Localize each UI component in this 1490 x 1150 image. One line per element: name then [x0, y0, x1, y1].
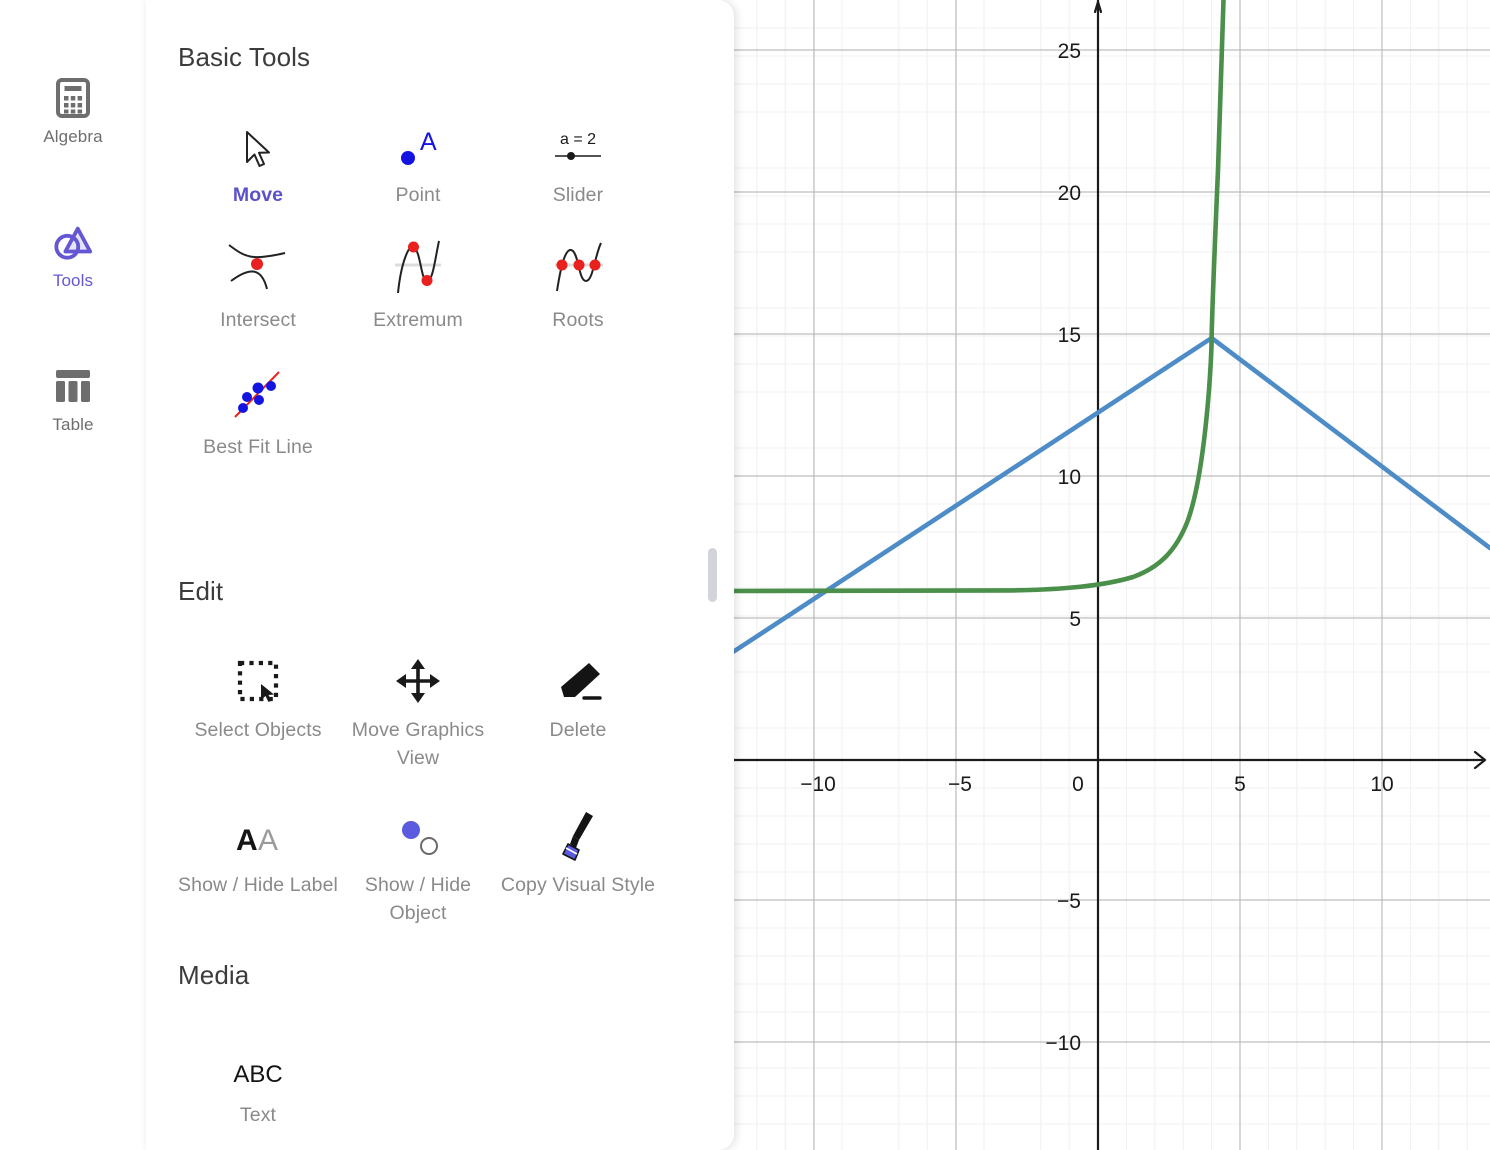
tool-label: Move — [232, 184, 284, 206]
geogebra-app: −10 −5 0 5 10 25 20 15 10 5 −5 −10 Algeb… — [0, 0, 1490, 1150]
left-rail: Algebra Tools Table — [0, 0, 147, 1150]
rail-item-table[interactable]: Table — [0, 366, 146, 435]
tool-text[interactable]: ABC Text — [178, 1030, 338, 1129]
tool-delete[interactable]: Delete — [498, 645, 658, 772]
y-tick-label: 10 — [1058, 466, 1081, 489]
tool-select-objects[interactable]: Select Objects — [178, 645, 338, 772]
tool-show-hide-label[interactable]: A A Show / Hide Label — [178, 800, 338, 927]
point-a-icon: A — [392, 110, 444, 172]
svg-text:A: A — [420, 128, 437, 156]
graphics-view[interactable]: −10 −5 0 5 10 25 20 15 10 5 −5 −10 — [733, 0, 1490, 1150]
paintbrush-icon — [552, 800, 604, 862]
tool-label: Move Graphics View — [351, 719, 485, 769]
section-title-basic-tools: Basic Tools — [178, 42, 311, 72]
tool-best-fit-line[interactable]: Best Fit Line — [178, 362, 338, 461]
x-tick-label: 10 — [1370, 773, 1393, 796]
tool-label: Point — [395, 184, 441, 206]
calculator-icon — [53, 78, 93, 118]
tool-intersect[interactable]: Intersect — [178, 235, 338, 334]
tool-move[interactable]: Move — [178, 110, 338, 209]
show-hide-label-icon: A A — [228, 800, 288, 862]
abc-text-icon: ABC — [223, 1030, 293, 1092]
y-tick-label: 5 — [1069, 608, 1081, 631]
tool-move-graphics-view[interactable]: Move Graphics View — [338, 645, 498, 772]
graph-svg[interactable]: −10 −5 0 5 10 25 20 15 10 5 −5 −10 — [733, 0, 1490, 1150]
tool-label: Roots — [552, 309, 604, 331]
rail-item-tools[interactable]: Tools — [0, 222, 146, 291]
tool-point[interactable]: A Point — [338, 110, 498, 209]
rail-item-label: Table — [52, 415, 94, 434]
tool-slider[interactable]: a = 2 Slider — [498, 110, 658, 209]
section-title-media: Media — [178, 960, 250, 990]
y-tick-label: −10 — [1045, 1032, 1081, 1055]
arrow-cursor-icon — [241, 110, 275, 172]
panel-scrollbar-thumb[interactable] — [708, 548, 717, 602]
tools-panel-scroll-area[interactable]: Basic Tools Move A Point a = 2 Slider In… — [146, 0, 734, 1150]
tool-label: Show / Hide Label — [178, 874, 338, 896]
best-fit-line-icon — [221, 362, 295, 424]
tool-label: Slider — [552, 184, 604, 206]
abc-text-icon-label: ABC — [233, 1061, 282, 1088]
geogebra-tools-icon — [53, 222, 93, 262]
table-icon — [53, 366, 93, 406]
show-hide-object-icon — [389, 800, 447, 862]
y-tick-label: 25 — [1058, 40, 1081, 63]
section-title-edit: Edit — [178, 576, 224, 606]
svg-text:A: A — [236, 824, 258, 857]
y-tick-label: 20 — [1058, 182, 1081, 205]
tool-label: Copy Visual Style — [500, 874, 656, 896]
tool-label: Show / Hide Object — [364, 874, 472, 924]
move-graphics-view-icon — [392, 645, 444, 707]
extremum-icon — [381, 235, 455, 297]
rail-item-label: Algebra — [43, 127, 103, 146]
tool-label: Text — [239, 1104, 277, 1126]
tool-roots[interactable]: Roots — [498, 235, 658, 334]
y-tick-label: 15 — [1058, 324, 1081, 347]
tool-label: Extremum — [373, 309, 463, 331]
tool-label: Select Objects — [194, 719, 322, 741]
select-objects-icon — [232, 645, 284, 707]
tool-show-hide-object[interactable]: Show / Hide Object — [338, 800, 498, 927]
tools-panel: Basic Tools Move A Point a = 2 Slider In… — [146, 0, 734, 1150]
x-tick-label: −10 — [800, 773, 836, 796]
tool-copy-visual-style[interactable]: Copy Visual Style — [498, 800, 658, 927]
svg-text:A: A — [258, 824, 278, 857]
rail-item-algebra[interactable]: Algebra — [0, 78, 146, 147]
slider-icon-text: a = 2 — [560, 131, 596, 148]
tool-label: Intersect — [220, 309, 296, 331]
x-tick-label: 0 — [1072, 773, 1084, 796]
tool-label: Delete — [549, 719, 607, 741]
eraser-icon — [550, 645, 606, 707]
slider-icon: a = 2 — [547, 110, 609, 172]
rail-item-label: Tools — [52, 271, 94, 290]
y-tick-label: −5 — [1057, 890, 1081, 913]
roots-icon — [541, 235, 615, 297]
x-tick-label: −5 — [948, 773, 972, 796]
intersect-icon — [221, 235, 295, 297]
tool-label: Best Fit Line — [203, 436, 313, 458]
tool-extremum[interactable]: Extremum — [338, 235, 498, 334]
x-tick-label: 5 — [1234, 773, 1246, 796]
